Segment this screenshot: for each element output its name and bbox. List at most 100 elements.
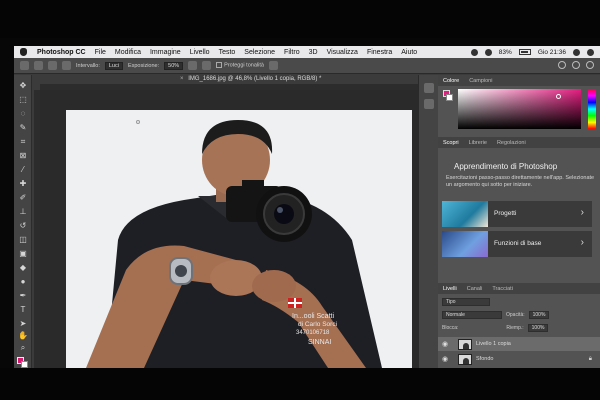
- type-tool-icon[interactable]: T: [18, 305, 28, 315]
- lock-icon: 🔒︎: [588, 355, 592, 362]
- eraser-tool-icon[interactable]: ◫: [18, 235, 28, 245]
- crop-tool-icon[interactable]: ⌗: [18, 137, 28, 147]
- monitor-bezel-bottom: [0, 368, 600, 400]
- protect-tones-checkbox[interactable]: Proteggi tonalità: [216, 62, 264, 69]
- fill-input[interactable]: 100%: [527, 324, 549, 332]
- learn-panel-tabs: Scopri Librerie Regolazioni: [438, 137, 600, 148]
- menu-app[interactable]: Photoshop CC: [37, 49, 86, 56]
- properties-panel-icon[interactable]: [424, 99, 434, 109]
- menu-bar: Photoshop CC File Modifica Immagine Live…: [14, 46, 600, 58]
- dodge-tool-preset-icon[interactable]: [34, 61, 43, 70]
- battery-icon[interactable]: [518, 49, 531, 55]
- hue-slider[interactable]: [588, 89, 596, 129]
- options-bar: Intervallo: Luci Esposizione: 50% Proteg…: [14, 58, 600, 74]
- color-panel-background-swatch[interactable]: [446, 94, 453, 101]
- exposure-input[interactable]: 50%: [164, 61, 184, 70]
- search-icon[interactable]: [558, 61, 566, 69]
- interval-select[interactable]: Luci: [104, 61, 123, 70]
- creative-cloud-icon[interactable]: [470, 48, 478, 56]
- menu-immagine[interactable]: Immagine: [150, 49, 181, 56]
- menu-file[interactable]: File: [95, 49, 106, 56]
- exposure-label: Esposizione:: [127, 62, 160, 69]
- brush-tool-icon[interactable]: ✐: [18, 193, 28, 203]
- document-tab[interactable]: × IMG_1686.jpg @ 46,8% (Livello 1 copia,…: [180, 76, 321, 82]
- menu-modifica[interactable]: Modifica: [115, 49, 141, 56]
- pressure-icon[interactable]: [268, 61, 278, 70]
- zoom-tool-icon[interactable]: ⌕: [18, 343, 28, 353]
- opacity-input[interactable]: 100%: [528, 311, 550, 319]
- spotlight-icon[interactable]: [573, 48, 580, 56]
- menu-aiuto[interactable]: Aiuto: [401, 49, 417, 56]
- pen-tool-icon[interactable]: ✒: [18, 291, 28, 301]
- learn-card-thumbnail: [442, 231, 488, 257]
- chevron-right-icon: ›: [580, 207, 584, 218]
- brush-preset-icon[interactable]: [48, 61, 57, 70]
- tab-campioni[interactable]: Campioni: [469, 78, 492, 84]
- blur-tool-icon[interactable]: ◆: [18, 263, 28, 273]
- checkbox-box: [216, 62, 223, 69]
- clone-stamp-tool-icon[interactable]: ⊥: [18, 207, 28, 217]
- quick-select-tool-icon[interactable]: ✎: [18, 123, 28, 133]
- hand-tool-icon[interactable]: ✋: [18, 331, 28, 341]
- eyedropper-tool-icon[interactable]: ⁄: [18, 165, 28, 175]
- color-picker-field[interactable]: [458, 89, 581, 129]
- layer-name: Sfondo: [476, 356, 494, 362]
- monitor-bezel-top: [0, 0, 600, 38]
- move-tool-icon[interactable]: ✥: [18, 81, 28, 91]
- path-selection-tool-icon[interactable]: ➤: [18, 319, 28, 329]
- share-icon[interactable]: [586, 61, 594, 69]
- interval-label: Intervallo:: [76, 62, 100, 69]
- menu-selezione[interactable]: Selezione: [244, 49, 275, 56]
- marquee-tool-icon[interactable]: ⬚: [18, 95, 28, 105]
- layer-thumbnail: [458, 353, 472, 365]
- learn-card-label: Progetti: [494, 210, 517, 217]
- close-document-icon[interactable]: ×: [180, 76, 184, 82]
- shirt-text-line-2: di Carlo Sorci: [298, 321, 337, 328]
- apple-icon[interactable]: [20, 48, 27, 56]
- menubar-clock[interactable]: Gio 21:36: [538, 49, 566, 56]
- learn-card-funzioni-di-base[interactable]: Funzioni di base ›: [442, 231, 592, 257]
- layer-row-sfondo[interactable]: ◉ Sfondo 🔒︎: [438, 352, 600, 366]
- tab-colore[interactable]: Colore: [443, 78, 459, 84]
- tab-scopri[interactable]: Scopri: [443, 140, 459, 146]
- wifi-icon[interactable]: [484, 48, 492, 56]
- tab-tracciati[interactable]: Tracciati: [492, 286, 513, 292]
- brush-settings-icon[interactable]: [62, 61, 71, 70]
- menu-visualizza[interactable]: Visualizza: [327, 49, 358, 56]
- battery-percent: 83%: [498, 48, 512, 56]
- home-icon[interactable]: [20, 61, 29, 70]
- tab-livelli[interactable]: Livelli: [443, 286, 457, 292]
- chevron-right-icon: ›: [580, 237, 584, 248]
- tab-librerie[interactable]: Librerie: [469, 140, 487, 146]
- gradient-tool-icon[interactable]: ▣: [18, 249, 28, 259]
- healing-brush-tool-icon[interactable]: ✚: [18, 179, 28, 189]
- menu-livello[interactable]: Livello: [190, 49, 210, 56]
- visibility-eye-icon[interactable]: ◉: [442, 355, 452, 363]
- layer-row-livello-1-copia[interactable]: ◉ Livello 1 copia: [438, 337, 600, 351]
- notification-center-icon[interactable]: [587, 48, 594, 56]
- background-color-swatch[interactable]: [21, 361, 28, 368]
- color-picker-cursor[interactable]: [556, 94, 561, 99]
- menu-finestra[interactable]: Finestra: [367, 49, 392, 56]
- history-brush-tool-icon[interactable]: ↺: [18, 221, 28, 231]
- layer-filter-select[interactable]: Tipo: [442, 298, 490, 306]
- visibility-eye-icon[interactable]: ◉: [442, 340, 452, 348]
- frame-tool-icon[interactable]: ⊠: [18, 151, 28, 161]
- workspace-icon[interactable]: [572, 61, 580, 69]
- tab-canali[interactable]: Canali: [467, 286, 483, 292]
- airbrush-icon[interactable]: [188, 61, 198, 70]
- angle-icon[interactable]: [202, 61, 212, 70]
- shirt-text-line-4: SINNAI: [308, 339, 331, 346]
- tab-regolazioni[interactable]: Regolazioni: [497, 140, 526, 146]
- learn-description: Esercitazioni passo-passo direttamente n…: [446, 175, 595, 188]
- menu-testo[interactable]: Testo: [219, 49, 236, 56]
- protect-tones-label: Proteggi tonalità: [224, 62, 264, 69]
- learn-card-progetti[interactable]: Progetti ›: [442, 201, 592, 227]
- menu-filtro[interactable]: Filtro: [284, 49, 300, 56]
- dodge-tool-icon[interactable]: ●: [18, 277, 28, 287]
- lasso-tool-icon[interactable]: ◌: [18, 109, 28, 119]
- blend-mode-select[interactable]: Normale: [442, 311, 502, 319]
- history-panel-icon[interactable]: [424, 83, 434, 93]
- document-canvas[interactable]: In...ooli Scatti di Carlo Sorci 34701067…: [40, 90, 438, 368]
- menu-3d[interactable]: 3D: [309, 49, 318, 56]
